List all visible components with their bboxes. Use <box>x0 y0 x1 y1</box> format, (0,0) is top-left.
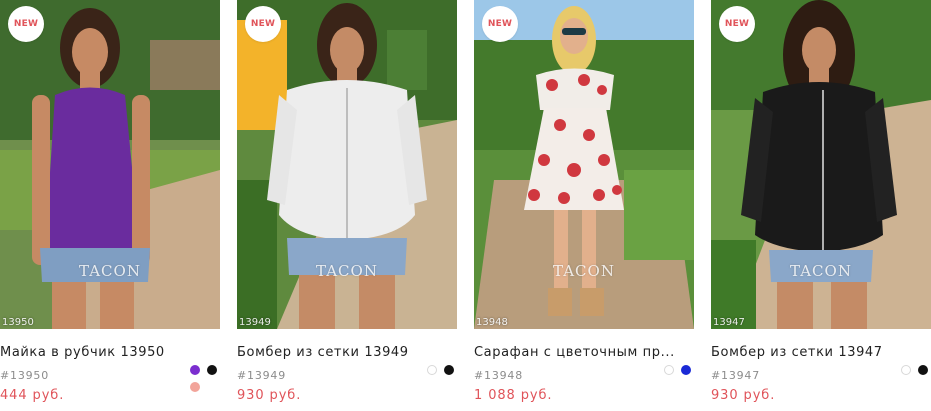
brand-watermark: TACON <box>474 259 694 283</box>
brand-watermark: TACON <box>0 259 220 283</box>
color-swatch-black[interactable] <box>444 365 454 375</box>
product-title-link[interactable]: Бомбер из сетки 13947 <box>711 345 925 360</box>
product-photo[interactable]: NEW TACON 13948 <box>474 0 694 329</box>
brand-watermark: TACON <box>711 259 931 283</box>
color-swatches <box>417 365 457 397</box>
watermark-text: TACON <box>553 262 615 280</box>
color-swatch-black[interactable] <box>918 365 928 375</box>
brand-watermark: TACON <box>237 259 457 283</box>
color-swatches <box>891 365 931 397</box>
color-swatch-blue[interactable] <box>681 365 691 375</box>
product-sku: #13949 <box>237 369 287 382</box>
product-photo[interactable]: NEW TACON 13947 <box>711 0 931 329</box>
watermark-text: TACON <box>790 262 852 280</box>
watermark-text: TACON <box>79 262 141 280</box>
product-price: 1 088 руб. <box>474 388 553 403</box>
color-swatches <box>654 365 694 397</box>
color-swatch-white[interactable] <box>664 365 674 375</box>
product-grid: NEW TACON 13950 Майка в рубчик 13950 #13… <box>0 0 931 411</box>
color-swatch-white[interactable] <box>427 365 437 375</box>
product-sku: #13950 <box>0 369 50 382</box>
photo-code-label: 13949 <box>239 317 271 328</box>
photo-code-label: 13950 <box>2 317 34 328</box>
product-title-link[interactable]: Сарафан с цветочным пр... <box>474 345 688 360</box>
watermark-text: TACON <box>316 262 378 280</box>
color-swatch-black[interactable] <box>207 365 217 375</box>
new-badge: NEW <box>245 6 281 42</box>
photo-code-label: 13948 <box>476 317 508 328</box>
product-price: 930 руб. <box>237 388 302 403</box>
product-title-link[interactable]: Майка в рубчик 13950 <box>0 345 214 360</box>
product-sku: #13948 <box>474 369 524 382</box>
product-card[interactable]: NEW TACON 13949 Бомбер из сетки 13949 #1… <box>237 0 457 411</box>
product-photo[interactable]: NEW TACON 13949 <box>237 0 457 329</box>
product-photo[interactable]: NEW TACON 13950 <box>0 0 220 329</box>
new-badge: NEW <box>482 6 518 42</box>
product-price: 930 руб. <box>711 388 776 403</box>
color-swatches <box>180 365 220 397</box>
photo-code-label: 13947 <box>713 317 745 328</box>
product-title-link[interactable]: Бомбер из сетки 13949 <box>237 345 451 360</box>
product-price: 444 руб. <box>0 388 65 403</box>
color-swatch-peach[interactable] <box>190 382 200 392</box>
product-card[interactable]: NEW TACON 13948 Сарафан с цветочным пр..… <box>474 0 694 411</box>
color-swatch-white[interactable] <box>901 365 911 375</box>
product-card[interactable]: NEW TACON 13950 Майка в рубчик 13950 #13… <box>0 0 220 411</box>
new-badge: NEW <box>719 6 755 42</box>
color-swatch-purple[interactable] <box>190 365 200 375</box>
product-sku: #13947 <box>711 369 761 382</box>
new-badge: NEW <box>8 6 44 42</box>
product-card[interactable]: NEW TACON 13947 Бомбер из сетки 13947 #1… <box>711 0 931 411</box>
